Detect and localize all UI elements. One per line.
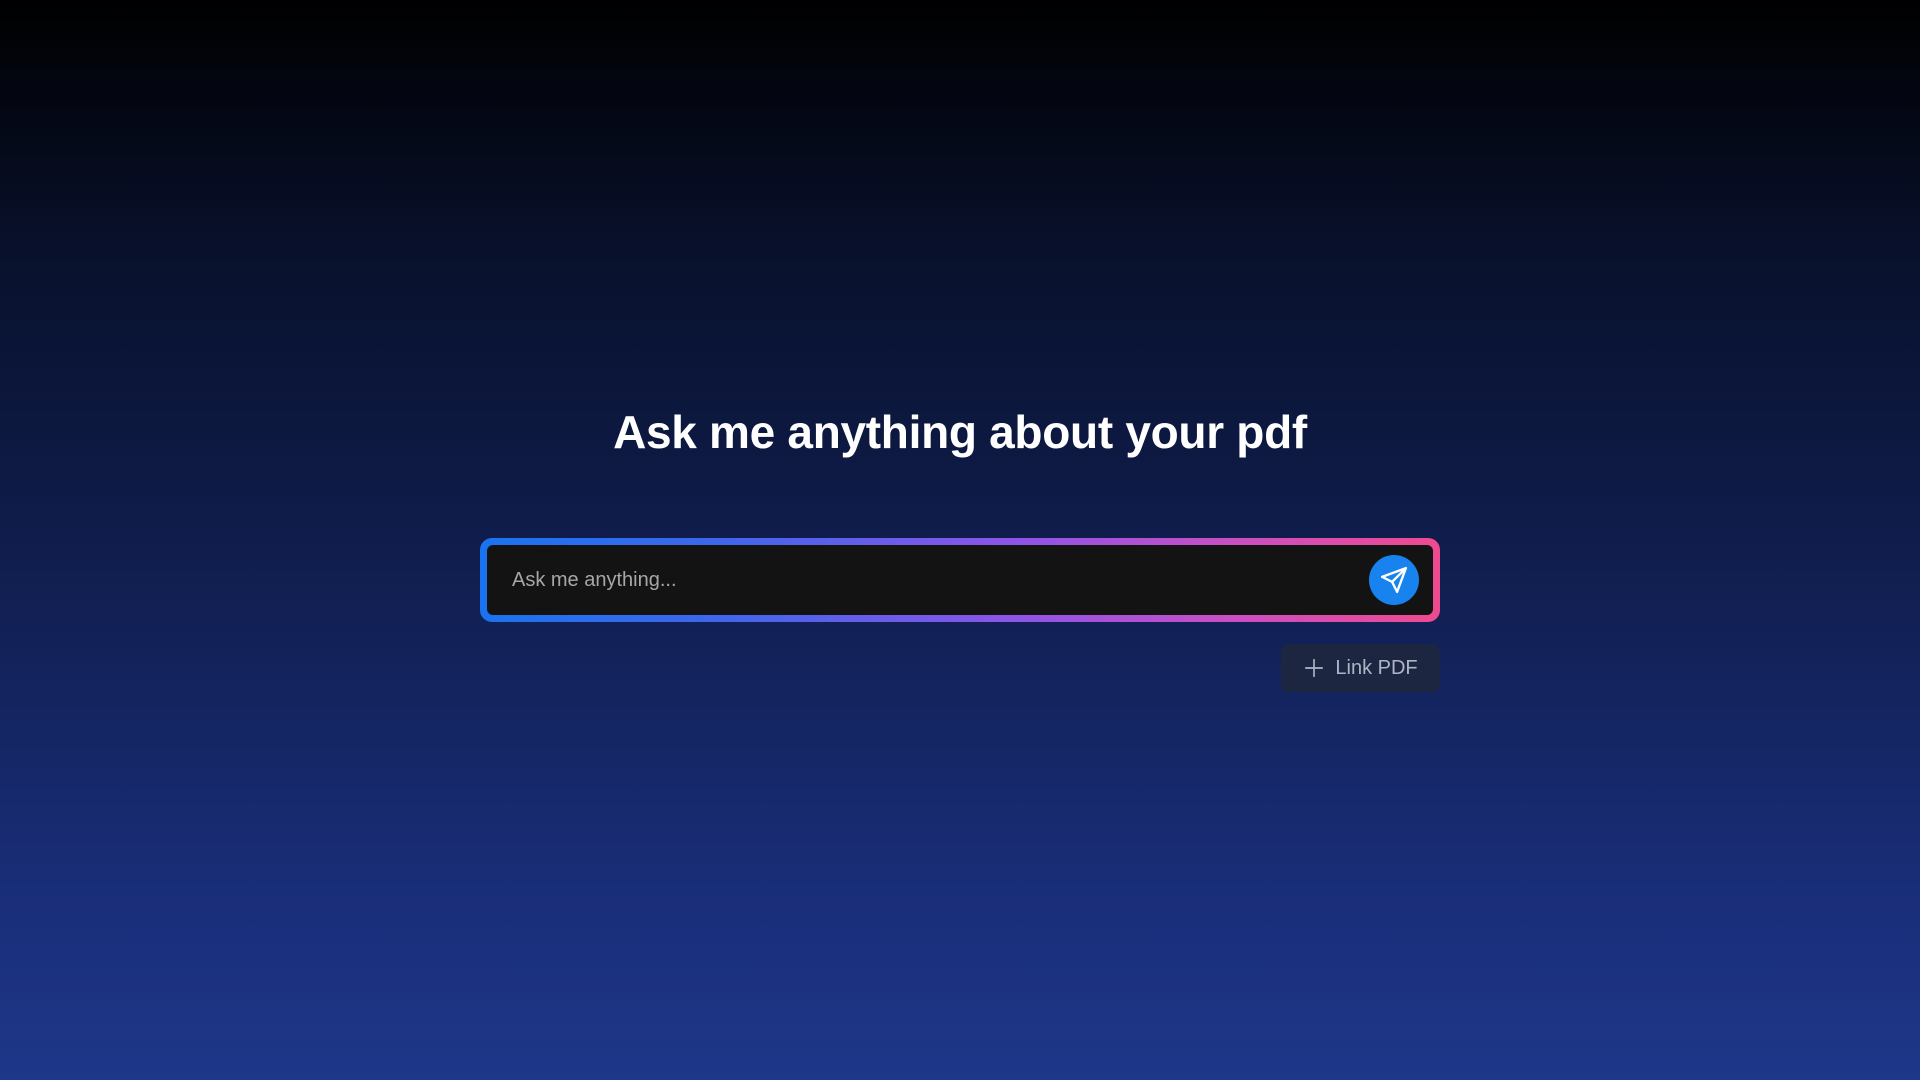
send-icon: [1380, 566, 1408, 594]
plus-icon: [1305, 658, 1324, 678]
chat-input-frame: [480, 538, 1440, 622]
chat-input-container: [487, 545, 1433, 615]
page-title: Ask me anything about your pdf: [613, 406, 1307, 458]
link-pdf-button[interactable]: Link PDF: [1281, 644, 1440, 692]
main-area: Ask me anything about your pdf Link PDF: [0, 0, 1920, 1080]
send-button[interactable]: [1369, 555, 1419, 605]
link-pdf-label: Link PDF: [1335, 656, 1418, 679]
chat-input[interactable]: [487, 545, 1347, 615]
